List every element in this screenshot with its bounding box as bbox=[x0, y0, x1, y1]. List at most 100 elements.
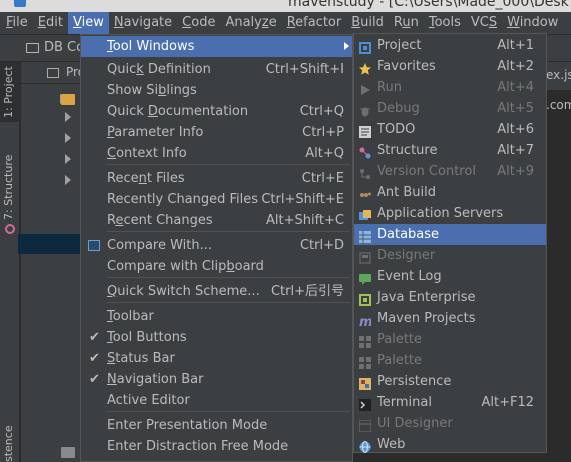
persistence-tool-button[interactable]: stence bbox=[0, 422, 20, 462]
menu-build[interactable]: Build bbox=[346, 12, 389, 34]
persistence-tool-label: stence bbox=[2, 425, 15, 462]
tool-window-favorites[interactable]: Favorites Alt+2 bbox=[354, 56, 546, 77]
tool-window-ui-designer: UI Designer bbox=[354, 413, 546, 434]
tool-window-palette: Palette bbox=[354, 350, 546, 371]
view-menu-enter-distraction-free-mode[interactable]: Enter Distraction Free Mode bbox=[81, 436, 352, 457]
menu-vcs[interactable]: VCS bbox=[466, 12, 502, 34]
project-icon bbox=[359, 40, 371, 54]
menu-item-shortcut: Ctrl+D bbox=[299, 238, 344, 253]
menu-item-label: Compare With... bbox=[107, 238, 213, 253]
view-menu-quick-switch-scheme[interactable]: Quick Switch Scheme... Ctrl+后引号 bbox=[81, 281, 352, 302]
menu-item-label: Quick Switch Scheme... bbox=[107, 284, 260, 299]
menu-window[interactable]: Window bbox=[502, 12, 563, 34]
database-icon bbox=[359, 229, 371, 243]
menu-view[interactable]: View bbox=[67, 12, 109, 34]
submenu-arrow-icon bbox=[344, 42, 349, 50]
tool-window-event-log[interactable]: Event Log bbox=[354, 266, 546, 287]
view-menu-compare-with[interactable]: Compare With... Ctrl+D bbox=[81, 235, 352, 256]
persistence-icon bbox=[359, 376, 371, 390]
tree-expand-icon[interactable] bbox=[65, 133, 71, 143]
tool-window-label: Debug bbox=[377, 101, 420, 116]
tool-window-label: Structure bbox=[377, 143, 438, 158]
view-menu-compare-with-clipboard[interactable]: Compare with Clipboard bbox=[81, 256, 352, 277]
todo-icon bbox=[359, 124, 371, 138]
view-menu-active-editor[interactable]: Active Editor bbox=[81, 390, 352, 411]
view-menu-recent-files[interactable]: Recent Files Ctrl+E bbox=[81, 168, 352, 189]
tool-window-version-control: Version Control Alt+9 bbox=[354, 161, 546, 182]
editor-line-text: .com bbox=[546, 98, 571, 112]
view-menu-enter-presentation-mode[interactable]: Enter Presentation Mode bbox=[81, 415, 352, 436]
menu-item-shortcut: Ctrl+Shift+E bbox=[261, 192, 344, 207]
tree-expand-icon[interactable] bbox=[65, 112, 71, 122]
tool-window-todo[interactable]: TODO Alt+6 bbox=[354, 119, 546, 140]
tool-window-label: Persistence bbox=[377, 374, 452, 389]
tool-window-structure[interactable]: Structure Alt+7 bbox=[354, 140, 546, 161]
view-menu-parameter-info[interactable]: Parameter Info Ctrl+P bbox=[81, 122, 352, 143]
tool-window-debug: Debug Alt+5 bbox=[354, 98, 546, 119]
menu-item-shortcut: Ctrl+P bbox=[302, 125, 344, 140]
menu-item-label: Enter Presentation Mode bbox=[107, 418, 268, 433]
view-menu-quick-definition[interactable]: Quick Definition Ctrl+Shift+I bbox=[81, 59, 352, 80]
tool-window-maven-projects[interactable]: m Maven Projects bbox=[354, 308, 546, 330]
menu-item-shortcut: Ctrl+E bbox=[301, 171, 344, 186]
view-menu-show-siblings[interactable]: Show Siblings bbox=[81, 80, 352, 101]
view-menu-toolbar[interactable]: Toolbar bbox=[81, 306, 352, 327]
project-tool-button[interactable]: 1: Project bbox=[0, 62, 20, 122]
view-menu-quick-documentation[interactable]: Quick Documentation Ctrl+Q bbox=[81, 101, 352, 122]
tool-window-label: Designer bbox=[377, 248, 436, 263]
menu-file[interactable]: File bbox=[0, 12, 33, 34]
menu-separator bbox=[107, 231, 350, 232]
menu-item-label: Recent Changes bbox=[107, 213, 213, 228]
maven-icon: m bbox=[359, 313, 373, 330]
editor-area[interactable]: .com bbox=[546, 92, 571, 462]
svg-text:m: m bbox=[359, 315, 371, 327]
tool-window-ant-build[interactable]: Ant Build bbox=[354, 182, 546, 203]
menu-code[interactable]: Code bbox=[177, 12, 220, 34]
menu-analyze[interactable]: Analyze bbox=[220, 12, 281, 34]
menu-edit[interactable]: Edit bbox=[33, 12, 68, 34]
menu-item-label: Recently Changed Files bbox=[107, 192, 259, 207]
tool-window-java-enterprise[interactable]: Java Enterprise bbox=[354, 287, 546, 308]
view-menu-navigation-bar[interactable]: ✔ Navigation Bar bbox=[81, 369, 352, 390]
tool-window-run: Run Alt+4 bbox=[354, 77, 546, 98]
tool-window-terminal[interactable]: Terminal Alt+F12 bbox=[354, 392, 546, 413]
structure-icon bbox=[359, 145, 371, 159]
tree-expand-icon[interactable] bbox=[65, 154, 71, 164]
structure-tool-button[interactable]: 7: Structure bbox=[0, 152, 20, 237]
editor-tab[interactable]: ex.js bbox=[546, 68, 571, 82]
folder-icon bbox=[61, 94, 75, 105]
application-servers-icon bbox=[359, 208, 371, 220]
palette-icon bbox=[359, 355, 371, 369]
menu-tools[interactable]: Tools bbox=[424, 12, 466, 34]
menu-item-shortcut: Alt+Q bbox=[305, 146, 344, 161]
compare-icon bbox=[88, 240, 100, 251]
tool-window-label: Run bbox=[377, 80, 402, 95]
tool-window-label: Web bbox=[377, 437, 406, 452]
tool-window-label: Event Log bbox=[377, 269, 442, 284]
tool-window-label: Maven Projects bbox=[377, 311, 476, 326]
view-menu-tool-buttons[interactable]: ✔ Tool Buttons bbox=[81, 327, 352, 348]
tool-window-web[interactable]: Web bbox=[354, 434, 546, 455]
view-menu-recent-changes[interactable]: Recent Changes Alt+Shift+C bbox=[81, 210, 352, 231]
tool-window-persistence[interactable]: Persistence bbox=[354, 371, 546, 392]
tool-window-database[interactable]: Database bbox=[354, 224, 546, 245]
menu-item-label: Show Siblings bbox=[107, 83, 197, 98]
library-icon bbox=[61, 447, 75, 458]
menu-run[interactable]: Run bbox=[389, 12, 424, 34]
view-menu-tool-windows[interactable]: Tool Windows bbox=[81, 36, 352, 57]
view-menu-status-bar[interactable]: ✔ Status Bar bbox=[81, 348, 352, 369]
menu-item-label: Toolbar bbox=[107, 309, 154, 324]
menu-navigate[interactable]: Navigate bbox=[109, 12, 177, 34]
tool-window-shortcut: Alt+9 bbox=[497, 164, 534, 179]
menu-separator bbox=[107, 164, 350, 165]
tool-window-application-servers[interactable]: Application Servers bbox=[354, 203, 546, 224]
breadcrumb[interactable]: DB Co bbox=[44, 40, 84, 55]
view-menu-context-info[interactable]: Context Info Alt+Q bbox=[81, 143, 352, 164]
view-menu-recently-changed-files[interactable]: Recently Changed Files Ctrl+Shift+E bbox=[81, 189, 352, 210]
menu-item-label: Enter Distraction Free Mode bbox=[107, 439, 289, 454]
tool-window-project[interactable]: Project Alt+1 bbox=[354, 35, 546, 56]
tool-window-shortcut: Alt+6 bbox=[497, 122, 534, 137]
tool-window-shortcut: Alt+F12 bbox=[481, 395, 534, 410]
tree-expand-icon[interactable] bbox=[65, 175, 71, 185]
menu-refactor[interactable]: Refactor bbox=[282, 12, 347, 34]
